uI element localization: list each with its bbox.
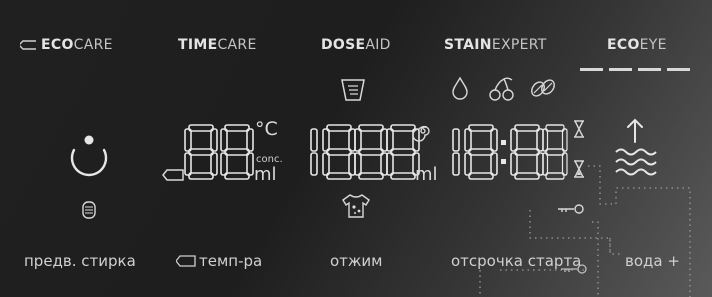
brand-stainexpert-bold: STAIN: [444, 37, 492, 53]
coffee-beans-icon: [531, 79, 555, 97]
brand-doseaid: DOSEAID: [321, 37, 391, 53]
brand-ecocare-bold: ECO: [41, 37, 74, 53]
digit-8-a: [184, 124, 218, 180]
tag-icon: [18, 40, 38, 50]
brand-doseaid-bold: DOSE: [321, 37, 366, 53]
brand-ecoeye-rest: EYE: [639, 37, 667, 53]
temperature-tag-icon-label: [175, 255, 196, 267]
water-plus-button[interactable]: вода +: [625, 252, 680, 270]
temperature-button-label: темп-ра: [199, 252, 263, 270]
power-icon[interactable]: [62, 132, 116, 186]
temperature-unit: °C: [255, 118, 278, 140]
drum-icon: [82, 201, 96, 219]
hourglass-icon: [574, 120, 584, 138]
brand-ecoeye-bold: ECO: [607, 37, 640, 53]
temperature-tag-icon: [162, 169, 184, 181]
drop-icon: [452, 76, 468, 100]
dotted-connector-lines: [479, 165, 691, 297]
spin-seven-segment-display: [310, 124, 420, 180]
prewash-button[interactable]: предв. стирка: [24, 252, 136, 270]
detergent-dispenser-icon: [341, 79, 365, 101]
brand-ecoeye: ECOEYE: [607, 37, 667, 53]
brand-timecare-bold: TIME: [178, 37, 218, 53]
delay-start-button[interactable]: отсрочка старта: [451, 252, 581, 270]
temperature-ml-unit: ml: [254, 164, 277, 185]
spin-button[interactable]: отжим: [330, 252, 383, 270]
brand-doseaid-rest: AID: [365, 37, 391, 53]
brand-stainexpert-rest: EXPERT: [491, 37, 547, 53]
cherries-icon: [489, 77, 514, 101]
spin-swirl-icon: [412, 125, 430, 142]
brand-ecocare: ECOCARE: [18, 37, 113, 53]
temperature-button[interactable]: темп-ра: [175, 252, 263, 270]
temperature-seven-segment-display: [184, 124, 254, 180]
brand-timecare: TIMECARE: [178, 37, 257, 53]
brand-timecare-rest: CARE: [217, 37, 257, 53]
brand-stainexpert: STAINEXPERT: [444, 37, 547, 53]
spin-ml-unit: ml: [415, 164, 438, 185]
brand-ecocare-rest: CARE: [73, 37, 113, 53]
stained-shirt-icon: [342, 194, 370, 218]
control-panel: ECOCARE TIMECARE DOSEAID STAINEXPERT ECO…: [0, 0, 712, 297]
ecoeye-level-bars: [580, 68, 690, 71]
